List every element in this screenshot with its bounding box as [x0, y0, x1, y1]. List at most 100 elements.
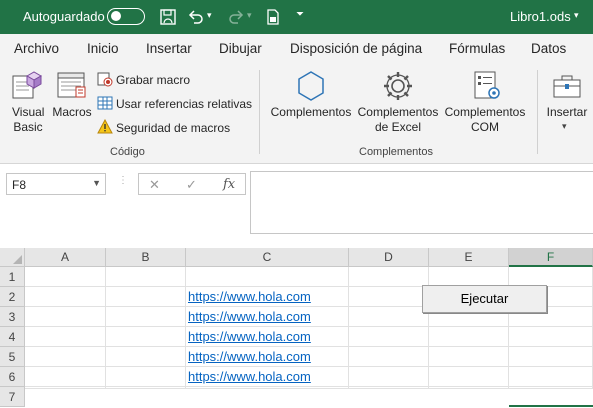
- gear-icon[interactable]: [381, 69, 415, 103]
- name-box-dropdown-icon[interactable]: ▼: [92, 178, 101, 188]
- insert-function-icon[interactable]: fx: [223, 177, 235, 192]
- grid-cell[interactable]: [429, 267, 509, 287]
- grid-cell[interactable]: [509, 267, 593, 287]
- customize-toolbar-icon[interactable]: ⏷: [296, 9, 304, 20]
- com-add-ins-icon[interactable]: [470, 69, 504, 103]
- name-box-value: F8: [12, 178, 27, 192]
- seguridad-macros-button[interactable]: Seguridad de macros: [116, 121, 230, 135]
- group-label-complementos: Complementos: [359, 146, 433, 158]
- grid-cell[interactable]: [106, 267, 186, 287]
- grid-cell[interactable]: [349, 367, 429, 387]
- macros-icon[interactable]: [55, 71, 89, 101]
- grid-cell[interactable]: [106, 287, 186, 307]
- column-header-e[interactable]: E: [429, 248, 509, 267]
- toolbox-icon[interactable]: [551, 70, 583, 102]
- check-icon[interactable]: ✓: [186, 177, 197, 193]
- save-icon[interactable]: [158, 7, 178, 27]
- autosave-toggle[interactable]: [107, 8, 145, 25]
- grid-cell[interactable]: [25, 367, 106, 387]
- grid-cell[interactable]: [349, 387, 429, 389]
- grid-cell[interactable]: [25, 307, 106, 327]
- column-header-c[interactable]: C: [186, 248, 349, 267]
- visual-basic-button[interactable]: Visual Basic: [12, 105, 44, 135]
- macros-button[interactable]: Macros: [52, 105, 92, 120]
- column-header-a[interactable]: A: [25, 248, 106, 267]
- tab-datos[interactable]: Datos: [531, 41, 566, 56]
- title-bar: Autoguardado ▾ ▾ ⏷ Libro1.ods ▾: [0, 0, 593, 34]
- drag-handle-icon[interactable]: ⋮: [118, 175, 128, 186]
- grid-cell[interactable]: [429, 367, 509, 387]
- complementos-excel-label-1: Complementos: [357, 105, 439, 119]
- row-header-4[interactable]: 4: [0, 327, 25, 347]
- filename-dropdown-icon[interactable]: ▾: [574, 10, 579, 21]
- complementos-com-button[interactable]: Complementos COM: [443, 105, 527, 135]
- row-header-6[interactable]: 6: [0, 367, 25, 387]
- grabar-macro-button[interactable]: Grabar macro: [116, 73, 190, 87]
- cancel-icon[interactable]: ✕: [149, 177, 160, 193]
- add-ins-hexagon-icon[interactable]: [294, 69, 328, 103]
- insertar-dropdown-icon[interactable]: ▾: [562, 121, 567, 132]
- formula-input[interactable]: [250, 171, 593, 234]
- tab-inicio[interactable]: Inicio: [87, 41, 119, 56]
- grid-cell[interactable]: [349, 287, 429, 307]
- grid-cell[interactable]: [349, 267, 429, 287]
- grid-cell[interactable]: [429, 347, 509, 367]
- column-header-d[interactable]: D: [349, 248, 429, 267]
- grid-cell[interactable]: [25, 387, 106, 389]
- grid-cell[interactable]: [25, 347, 106, 367]
- document-export-icon[interactable]: [263, 7, 283, 27]
- row-header-5[interactable]: 5: [0, 347, 25, 367]
- grid-cell[interactable]: [106, 307, 186, 327]
- tab-dibujar[interactable]: Dibujar: [219, 41, 262, 56]
- grid-cell[interactable]: [25, 287, 106, 307]
- row-header-2[interactable]: 2: [0, 287, 25, 307]
- row-header-3[interactable]: 3: [0, 307, 25, 327]
- file-name: Libro1.ods: [510, 9, 571, 24]
- grid-cell[interactable]: [186, 387, 349, 389]
- visual-basic-icon[interactable]: [11, 70, 43, 100]
- complementos-excel-label-2: de Excel: [374, 120, 422, 134]
- grid-cell[interactable]: [186, 267, 349, 287]
- redo-icon[interactable]: [226, 7, 246, 27]
- grid-cell[interactable]: [429, 327, 509, 347]
- grid-cell[interactable]: [349, 307, 429, 327]
- redo-dropdown-icon[interactable]: ▾: [247, 10, 252, 21]
- insertar-control-button[interactable]: Insertar: [545, 105, 589, 120]
- grid-cell[interactable]: [106, 327, 186, 347]
- complementos-excel-button[interactable]: Complementos de Excel: [356, 105, 440, 135]
- column-header-b[interactable]: B: [106, 248, 186, 267]
- grid-cell[interactable]: [106, 387, 186, 389]
- grid-cell[interactable]: [25, 327, 106, 347]
- grid-cell[interactable]: [509, 367, 593, 387]
- complementos-button[interactable]: Complementos: [270, 105, 352, 120]
- grid-cell[interactable]: [509, 387, 593, 389]
- undo-dropdown-icon[interactable]: ▾: [207, 10, 212, 21]
- select-all-corner[interactable]: [0, 248, 25, 267]
- toggle-knob: [111, 11, 121, 21]
- tab-insertar[interactable]: Insertar: [146, 41, 192, 56]
- usar-referencias-button[interactable]: Usar referencias relativas: [116, 97, 252, 111]
- hyperlink-c3[interactable]: https://www.hola.com: [188, 309, 311, 324]
- grid-cell[interactable]: [106, 347, 186, 367]
- grid-cell[interactable]: [509, 327, 593, 347]
- hyperlink-c5[interactable]: https://www.hola.com: [188, 349, 311, 364]
- row-header-1[interactable]: 1: [0, 267, 25, 287]
- grid-cell[interactable]: [106, 367, 186, 387]
- grid-cell[interactable]: [509, 347, 593, 367]
- grid-cell[interactable]: [349, 327, 429, 347]
- hyperlink-c2[interactable]: https://www.hola.com: [188, 289, 311, 304]
- grid-cell[interactable]: [349, 347, 429, 367]
- grid-cell[interactable]: [429, 387, 509, 389]
- hyperlink-c6[interactable]: https://www.hola.com: [188, 369, 311, 384]
- tab-archivo[interactable]: Archivo: [14, 41, 59, 56]
- hyperlink-c4[interactable]: https://www.hola.com: [188, 329, 311, 344]
- name-box[interactable]: F8 ▼: [6, 173, 106, 195]
- undo-icon[interactable]: [186, 7, 206, 27]
- ejecutar-button[interactable]: Ejecutar: [422, 285, 547, 313]
- record-macro-icon: [97, 72, 113, 87]
- row-header-7[interactable]: 7: [0, 387, 25, 407]
- column-header-f[interactable]: F: [509, 248, 593, 267]
- tab-formulas[interactable]: Fórmulas: [449, 41, 505, 56]
- grid-cell[interactable]: [25, 267, 106, 287]
- tab-disposicion[interactable]: Disposición de página: [290, 41, 422, 56]
